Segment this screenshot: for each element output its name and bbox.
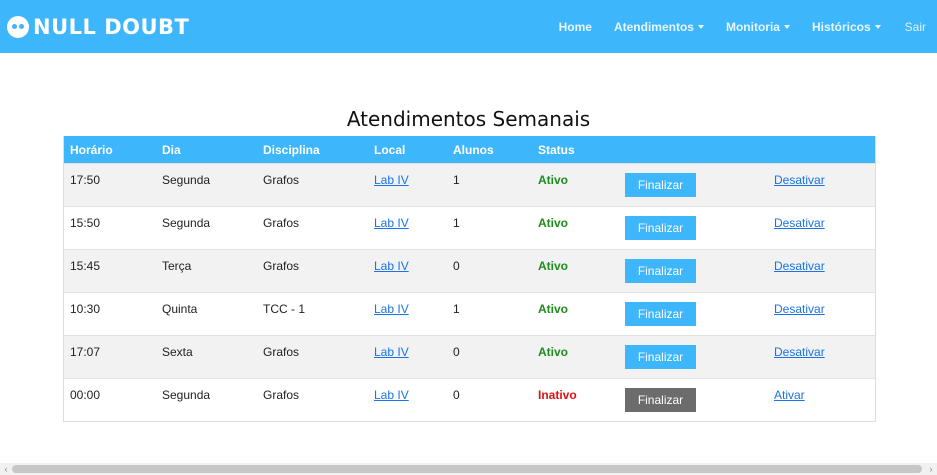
main-nav: Home Atendimentos Monitoria Históricos S… [537,0,937,53]
atendimentos-table: Horário Dia Disciplina Local Alunos Stat… [63,136,876,422]
table-row: 15:45 Terça Grafos Lab IV 0 Ativo Finalizar Des… [64,249,875,292]
desativar-link[interactable]: Desativar [774,216,825,230]
desativar-link[interactable]: Desativar [774,173,825,187]
table-header: Horário Dia Disciplina Local Alunos Stat… [64,136,875,163]
horizontal-scrollbar[interactable]: ‹ › [0,463,937,475]
cell-dia: Terça [162,259,192,273]
scroll-left-icon[interactable]: ‹ [0,463,12,475]
cell-disciplina: Grafos [263,173,300,187]
header-status: Status [538,143,575,157]
desativar-link[interactable]: Desativar [774,259,825,273]
header-alunos: Alunos [453,143,494,157]
status-label: Ativo [538,216,568,230]
header-disciplina: Disciplina [263,143,320,157]
header-dia: Dia [162,143,181,157]
table-body: 17:50 Segunda Grafos Lab IV 1 Ativo Finalizar D… [64,163,875,421]
finalizar-button[interactable]: Finalizar [625,302,696,326]
cell-horario: 15:50 [70,216,101,230]
nav-historicos-dropdown[interactable]: Históricos [812,20,881,34]
cell-dia: Quinta [162,302,198,316]
caret-down-icon [697,24,704,29]
cell-disciplina: Grafos [263,259,300,273]
table-row: 15:50 Segunda Grafos Lab IV 1 Ativo Finalizar D… [64,206,875,249]
table-row: 10:30 Quinta TCC - 1 Lab IV 1 Ativo Finalizar D… [64,292,875,335]
cell-alunos: 1 [453,173,460,187]
desativar-link[interactable]: Desativar [774,302,825,316]
cell-alunos: 0 [453,259,460,273]
cell-dia: Segunda [162,173,211,187]
ativar-link[interactable]: Ativar [774,388,805,402]
scrollbar-thumb[interactable] [12,465,922,473]
cell-horario: 15:45 [70,259,101,273]
nav-sair[interactable]: Sair [905,20,926,34]
local-link[interactable]: Lab IV [374,173,409,187]
cell-alunos: 1 [453,302,460,316]
status-label: Ativo [538,302,568,316]
cell-disciplina: Grafos [263,345,300,359]
table-row: 00:00 Segunda Grafos Lab IV 0 Inativo Finaliza… [64,378,875,421]
brand-name: NULL DOUBT [33,15,190,39]
local-link[interactable]: Lab IV [374,259,409,273]
owl-face-icon [7,16,29,38]
caret-down-icon [874,24,881,29]
header-horario: Horário [70,143,113,157]
cell-disciplina: Grafos [263,388,300,402]
nav-home[interactable]: Home [559,20,592,34]
nav-monitoria-dropdown[interactable]: Monitoria [726,20,790,34]
finalizar-button[interactable]: Finalizar [625,388,696,412]
cell-horario: 00:00 [70,388,101,402]
header-local: Local [374,143,406,157]
desativar-link[interactable]: Desativar [774,345,825,359]
nav-atendimentos-dropdown[interactable]: Atendimentos [614,20,704,34]
local-link[interactable]: Lab IV [374,302,409,316]
status-label: Ativo [538,345,568,359]
cell-horario: 17:07 [70,345,101,359]
cell-dia: Sexta [162,345,193,359]
top-navbar: NULL DOUBT Home Atendimentos Monitoria H… [0,0,937,53]
cell-horario: 17:50 [70,173,101,187]
cell-alunos: 0 [453,345,460,359]
table-row: 17:50 Segunda Grafos Lab IV 1 Ativo Finalizar D… [64,163,875,206]
status-label: Ativo [538,173,568,187]
cell-alunos: 1 [453,216,460,230]
cell-dia: Segunda [162,216,211,230]
local-link[interactable]: Lab IV [374,345,409,359]
local-link[interactable]: Lab IV [374,216,409,230]
finalizar-button[interactable]: Finalizar [625,216,696,240]
table-row: 17:07 Sexta Grafos Lab IV 0 Ativo Finalizar Des… [64,335,875,378]
cell-horario: 10:30 [70,302,101,316]
cell-disciplina: Grafos [263,216,300,230]
finalizar-button[interactable]: Finalizar [625,173,696,197]
brand-logo-link[interactable]: NULL DOUBT [7,13,189,41]
cell-disciplina: TCC - 1 [263,302,305,316]
cell-dia: Segunda [162,388,211,402]
finalizar-button[interactable]: Finalizar [625,259,696,283]
status-label: Ativo [538,259,568,273]
page-title: Atendimentos Semanais [346,107,591,131]
local-link[interactable]: Lab IV [374,388,409,402]
finalizar-button[interactable]: Finalizar [625,345,696,369]
caret-down-icon [783,24,790,29]
scroll-right-icon[interactable]: › [925,463,937,475]
status-label: Inativo [538,388,577,402]
cell-alunos: 0 [453,388,460,402]
